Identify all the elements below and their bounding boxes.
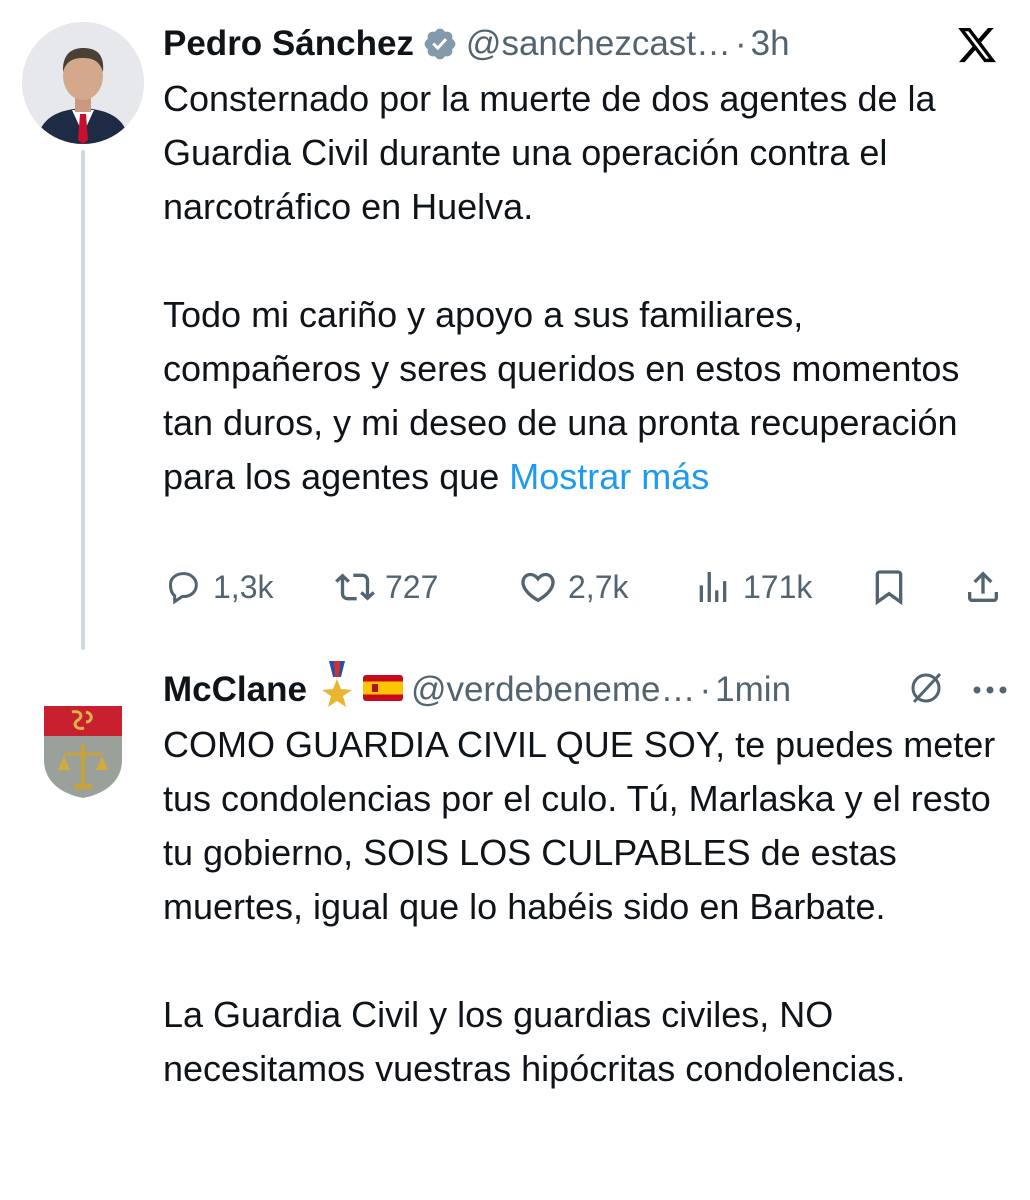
author-name[interactable]: Pedro Sánchez — [163, 20, 414, 68]
avatar-mcclane[interactable] — [22, 682, 144, 804]
bookmark-icon — [875, 570, 903, 606]
tweet-actions: 1,3k 727 2,7k 171k — [163, 562, 1008, 612]
views-button[interactable]: 171k — [693, 562, 812, 612]
tweet-text: Consternado por la muerte de dos agentes… — [163, 72, 1008, 504]
tweet-content: Pedro Sánchez @sanchezcast… · 3h Conster… — [163, 20, 1008, 504]
tweet-text: COMO GUARDIA CIVIL QUE SOY, te puedes me… — [163, 718, 1008, 1096]
separator-dot: · — [735, 24, 747, 63]
tweet-header-actions — [906, 668, 1008, 713]
author-handle[interactable]: @verdebeneme… — [411, 666, 696, 714]
tweet-header: McClane @verdebeneme… · 1min — [163, 660, 1008, 714]
x-logo-icon — [954, 24, 1000, 66]
tweet-content: McClane @verdebeneme… · 1min COMO GUARDI… — [163, 660, 1008, 1096]
avatar-pedro-sanchez[interactable] — [22, 22, 144, 144]
verified-badge-icon — [422, 26, 458, 62]
repost-icon — [335, 573, 375, 601]
like-button[interactable]: 2,7k — [518, 562, 628, 612]
like-count: 2,7k — [568, 568, 629, 605]
repost-count: 727 — [385, 568, 439, 605]
show-more-link[interactable]: Mostrar más — [509, 456, 709, 497]
bookmark-button[interactable] — [869, 562, 909, 612]
heart-icon — [521, 572, 555, 603]
medal-icon — [321, 660, 353, 720]
author-handle[interactable]: @sanchezcast… — [466, 20, 731, 68]
repost-button[interactable]: 727 — [335, 562, 438, 612]
timestamp[interactable]: 1min — [715, 666, 791, 714]
tweet-paragraph-2: Todo mi cariño y apoyo a sus familiares,… — [163, 288, 1008, 504]
tweet-paragraph-2: La Guardia Civil y los guardias civiles,… — [163, 994, 906, 1089]
spain-flag-icon — [362, 666, 403, 714]
views-count: 171k — [743, 568, 813, 605]
thread-connector-line — [81, 150, 85, 650]
tweet-paragraph-1: COMO GUARDIA CIVIL QUE SOY, te puedes me… — [163, 724, 996, 927]
reply-button[interactable]: 1,3k — [163, 562, 273, 612]
views-icon — [699, 572, 727, 602]
timestamp[interactable]: 3h — [751, 20, 790, 68]
tweet-paragraph-1: Consternado por la muerte de dos agentes… — [163, 78, 936, 227]
separator-dot: · — [699, 670, 712, 709]
reply-icon — [168, 572, 198, 605]
slash-circle-icon[interactable] — [906, 668, 946, 713]
reply-count: 1,3k — [213, 568, 274, 605]
share-icon — [968, 571, 998, 602]
tweet-header: Pedro Sánchez @sanchezcast… · 3h — [163, 20, 1008, 68]
share-button[interactable] — [963, 562, 1003, 612]
more-options-icon[interactable] — [972, 682, 1008, 700]
author-name[interactable]: McClane — [163, 666, 307, 714]
